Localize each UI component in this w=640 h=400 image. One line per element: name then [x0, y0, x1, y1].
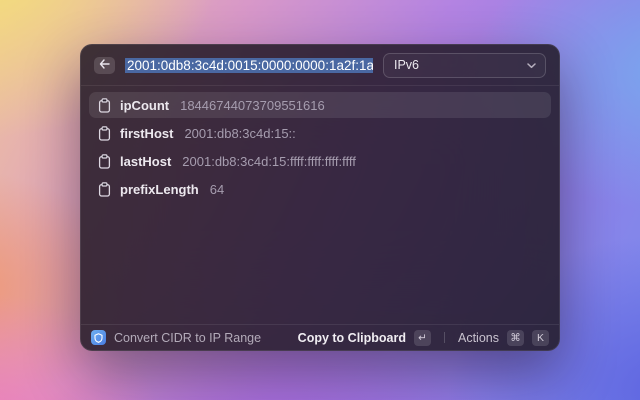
result-value: 2001:db8:3c4d:15:: [184, 126, 295, 141]
result-label: ipCount [120, 98, 169, 113]
list-item-firsthost[interactable]: firstHost 2001:db8:3c4d:15:: [89, 120, 551, 146]
return-key-icon: ↵ [414, 330, 431, 346]
clipboard-icon [98, 182, 111, 197]
actions-button[interactable]: Actions [458, 331, 499, 345]
chevron-down-icon [527, 58, 536, 72]
clipboard-icon [98, 126, 111, 141]
result-label: firstHost [120, 126, 173, 141]
search-header: 2001:0db8:3c4d:0015:0000:0000:1a2f:1a2b/… [81, 45, 559, 86]
k-key-icon: K [532, 330, 549, 346]
cidr-input[interactable]: 2001:0db8:3c4d:0015:0000:0000:1a2f:1a2b/… [125, 58, 373, 73]
extension-icon [91, 330, 106, 345]
results-list: ipCount 18446744073709551616 firstHost 2… [81, 86, 559, 324]
action-bar: Convert CIDR to IP Range Copy to Clipboa… [81, 324, 559, 350]
result-label: prefixLength [120, 182, 199, 197]
list-item-lasthost[interactable]: lastHost 2001:db8:3c4d:15:ffff:ffff:ffff… [89, 148, 551, 174]
back-arrow-icon [99, 56, 110, 74]
command-key-icon: ⌘ [507, 330, 524, 346]
list-item-prefixlength[interactable]: prefixLength 64 [89, 176, 551, 202]
back-button[interactable] [94, 57, 115, 74]
command-title: Convert CIDR to IP Range [114, 331, 261, 345]
clipboard-icon [98, 98, 111, 113]
result-label: lastHost [120, 154, 171, 169]
result-value: 2001:db8:3c4d:15:ffff:ffff:ffff:ffff [182, 154, 356, 169]
ip-version-dropdown[interactable]: IPv6 [383, 53, 546, 78]
result-value: 18446744073709551616 [180, 98, 325, 113]
selected-input-text: 2001:0db8:3c4d:0015:0000:0000:1a2f:1a2b/… [125, 58, 373, 73]
copy-to-clipboard-button[interactable]: Copy to Clipboard [298, 331, 406, 345]
clipboard-icon [98, 154, 111, 169]
dropdown-value: IPv6 [394, 58, 419, 72]
footer-divider [444, 332, 445, 343]
raycast-window: 2001:0db8:3c4d:0015:0000:0000:1a2f:1a2b/… [80, 44, 560, 351]
result-value: 64 [210, 182, 224, 197]
list-item-ipcount[interactable]: ipCount 18446744073709551616 [89, 92, 551, 118]
